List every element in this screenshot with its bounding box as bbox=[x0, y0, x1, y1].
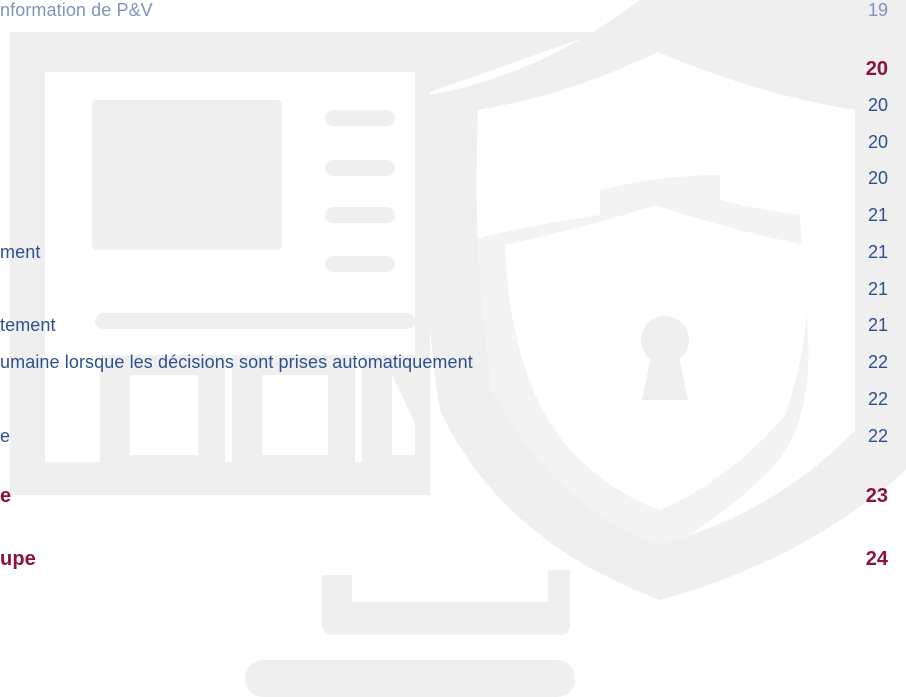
toc-entry-page: 24 bbox=[865, 548, 888, 570]
toc-entry-page: 21 bbox=[867, 279, 888, 299]
toc-entry[interactable]: umaine lorsque les décisions sont prises… bbox=[0, 352, 906, 378]
toc-entry[interactable]: 21 bbox=[0, 205, 906, 231]
toc-entry[interactable]: tement 21 bbox=[0, 315, 906, 341]
toc-entry[interactable]: 20 bbox=[0, 132, 906, 158]
toc-entry[interactable]: ment 21 bbox=[0, 242, 906, 268]
toc-entry-title: nformation de P&V bbox=[0, 0, 153, 20]
toc-entry[interactable]: nformation de P&V 19 bbox=[0, 0, 906, 26]
toc-entry-page: 19 bbox=[867, 0, 888, 20]
toc-entry-page: 23 bbox=[865, 485, 888, 507]
toc-chapter-entry[interactable]: upe 24 bbox=[0, 548, 906, 574]
toc-entry-title: e bbox=[0, 485, 12, 507]
toc-entry-page: 20 bbox=[867, 168, 888, 188]
toc-entry-title: e bbox=[0, 426, 11, 446]
toc-entry-page: 20 bbox=[865, 58, 888, 80]
toc-entry-title: upe bbox=[0, 548, 36, 570]
toc-entry-title: ment bbox=[0, 242, 41, 262]
toc-entry[interactable]: 21 bbox=[0, 279, 906, 305]
toc-entry-page: 22 bbox=[867, 389, 888, 409]
toc-entry-title: tement bbox=[0, 315, 56, 335]
toc-chapter-entry[interactable]: e 23 bbox=[0, 485, 906, 511]
toc-entry-page: 21 bbox=[867, 242, 888, 262]
toc-entry-page: 21 bbox=[867, 315, 888, 335]
toc-chapter-entry[interactable]: 20 bbox=[0, 58, 906, 84]
toc-entry[interactable]: e 22 bbox=[0, 426, 906, 452]
toc-entry-page: 22 bbox=[867, 426, 888, 446]
toc-entry-page: 20 bbox=[867, 95, 888, 115]
toc-entry[interactable]: 22 bbox=[0, 389, 906, 415]
toc-entry-page: 20 bbox=[867, 132, 888, 152]
toc-entry[interactable]: 20 bbox=[0, 95, 906, 121]
toc-entry-page: 21 bbox=[867, 205, 888, 225]
toc-entry[interactable]: 20 bbox=[0, 168, 906, 194]
toc-entry-page: 22 bbox=[867, 352, 888, 372]
toc-entry-title: umaine lorsque les décisions sont prises… bbox=[0, 352, 473, 372]
